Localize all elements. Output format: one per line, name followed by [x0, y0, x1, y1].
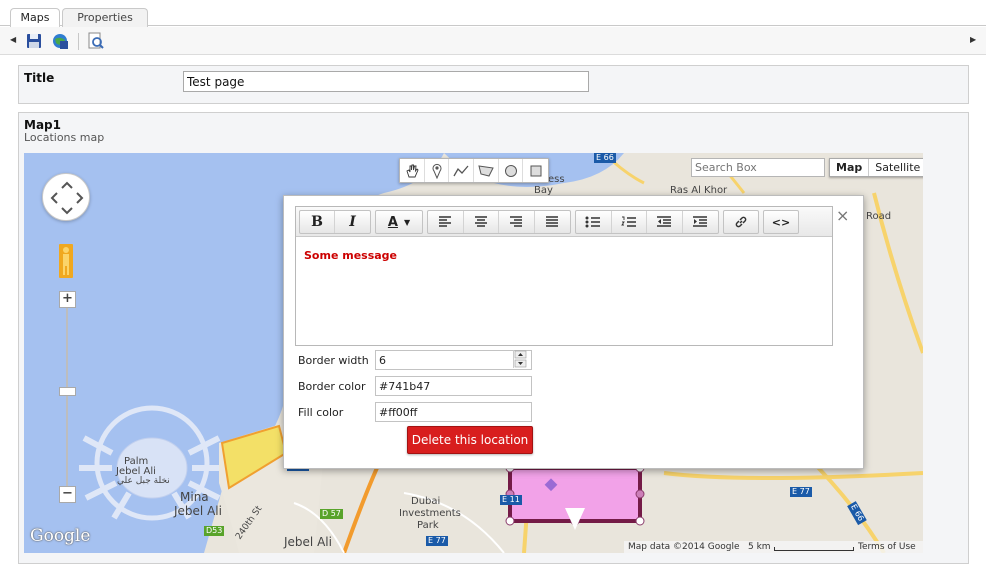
- map-sublabel: Locations map: [24, 131, 105, 144]
- drawing-toolbar: [399, 158, 549, 183]
- map-scale: 5 km: [748, 542, 771, 552]
- map-place-label: Road: [866, 211, 892, 222]
- align-justify-icon[interactable]: [535, 211, 570, 233]
- spinner-arrows-icon[interactable]: [513, 350, 527, 368]
- delete-location-button[interactable]: Delete this location: [407, 426, 533, 454]
- map-type-map-button[interactable]: Map: [830, 159, 870, 176]
- fill-color-label: Fill color: [298, 406, 344, 419]
- map-place-label: Investments: [399, 508, 461, 519]
- road-shield: E 11: [500, 495, 522, 505]
- border-color-label: Border color: [298, 380, 366, 393]
- align-right-icon[interactable]: [499, 211, 535, 233]
- list-group: [575, 210, 719, 234]
- map-attribution: Map data ©2014 Google: [628, 542, 740, 552]
- font-color-group: A ▼: [375, 210, 423, 234]
- polygon-icon[interactable]: [474, 159, 499, 182]
- road-shield: D 57: [320, 509, 343, 519]
- map-place-label: Jebel Ali: [284, 535, 332, 549]
- tab-bar: Maps Properties: [0, 0, 986, 27]
- map-place-label: Jebel Ali: [174, 504, 222, 518]
- map-attribution-bar: Map data ©2014 Google 5 km Terms of Use: [624, 541, 923, 553]
- toolbar-divider: [78, 33, 79, 50]
- map-type-control: Map Satellite: [829, 158, 923, 177]
- zoom-slider-thumb[interactable]: [59, 387, 76, 396]
- link-icon[interactable]: [724, 211, 758, 233]
- link-group: [723, 210, 759, 234]
- toolbar: ◀ ▶: [0, 27, 986, 55]
- align-center-icon[interactable]: [464, 211, 499, 233]
- font-color-button[interactable]: A ▼: [376, 211, 422, 233]
- publish-icon[interactable]: [51, 32, 69, 50]
- marker-icon[interactable]: [425, 159, 450, 182]
- map-place-label: Mina: [180, 490, 209, 504]
- preview-icon[interactable]: [87, 32, 105, 50]
- map-place-label: نخلة جبل علي: [117, 476, 170, 486]
- map-place-label: Park: [417, 520, 439, 531]
- save-icon[interactable]: [25, 32, 43, 50]
- pan-control[interactable]: [42, 173, 90, 221]
- close-icon[interactable]: ×: [836, 206, 849, 225]
- title-panel: Title: [18, 65, 969, 104]
- hand-icon[interactable]: [400, 159, 425, 182]
- numbered-list-icon[interactable]: [612, 211, 647, 233]
- rectangle-icon[interactable]: [523, 159, 548, 182]
- location-infowindow: × B I A ▼ <> Some message Border width 6…: [283, 195, 864, 469]
- scroll-left-arrow-icon[interactable]: ◀: [10, 35, 16, 44]
- map-scale-bar: [774, 547, 854, 551]
- polyline-icon[interactable]: [449, 159, 475, 182]
- rich-text-editor: B I A ▼ <> Some message: [295, 206, 833, 346]
- code-view-button[interactable]: <>: [764, 211, 798, 233]
- terms-link[interactable]: Terms of Use: [858, 541, 916, 553]
- title-input[interactable]: [183, 71, 589, 92]
- pan-arrows-icon: [50, 181, 84, 215]
- editor-content[interactable]: Some message: [304, 249, 397, 262]
- editor-toolbar: B I A ▼ <>: [296, 207, 832, 237]
- title-label: Title: [24, 71, 55, 85]
- border-width-input[interactable]: [375, 350, 532, 370]
- map-panel: Map1 Locations map Palm Jebel Ali نخلة ج…: [18, 112, 969, 564]
- font-color-label: A: [387, 214, 398, 230]
- circle-icon[interactable]: [499, 159, 524, 182]
- road-shield: E 66: [594, 153, 616, 163]
- code-group: <>: [763, 210, 799, 234]
- zoom-slider-track[interactable]: [66, 306, 68, 491]
- chevron-down-icon: ▼: [403, 217, 411, 227]
- outdent-icon[interactable]: [647, 211, 683, 233]
- bold-button[interactable]: B: [300, 211, 335, 233]
- indent-icon[interactable]: [683, 211, 718, 233]
- format-group: B I: [299, 210, 371, 234]
- italic-button[interactable]: I: [335, 211, 370, 233]
- map-search-input[interactable]: [691, 158, 825, 177]
- border-width-label: Border width: [298, 354, 369, 367]
- zoom-out-button[interactable]: −: [59, 486, 76, 503]
- zoom-in-button[interactable]: +: [59, 291, 76, 308]
- infowindow-tail: [565, 508, 585, 530]
- align-group: [427, 210, 571, 234]
- fill-color-input[interactable]: [375, 402, 532, 422]
- map-canvas[interactable]: Palm Jebel Ali نخلة جبل علي Mina Jebel A…: [24, 153, 923, 553]
- pegman-icon[interactable]: [59, 244, 73, 278]
- tab-properties[interactable]: Properties: [62, 8, 148, 27]
- road-shield: D53: [204, 526, 225, 536]
- align-left-icon[interactable]: [428, 211, 464, 233]
- tab-maps[interactable]: Maps: [10, 8, 60, 27]
- road-shield: E 77: [790, 487, 812, 497]
- road-shield: E 77: [426, 536, 448, 546]
- map-place-label: ess: [548, 174, 565, 185]
- map-place-label: Dubai: [411, 496, 441, 507]
- map-label: Map1: [24, 118, 61, 132]
- border-color-input[interactable]: [375, 376, 532, 396]
- google-logo: Google: [30, 526, 91, 546]
- bullet-list-icon[interactable]: [576, 211, 612, 233]
- scroll-right-arrow-icon[interactable]: ▶: [970, 35, 976, 44]
- map-type-satellite-button[interactable]: Satellite: [869, 159, 923, 176]
